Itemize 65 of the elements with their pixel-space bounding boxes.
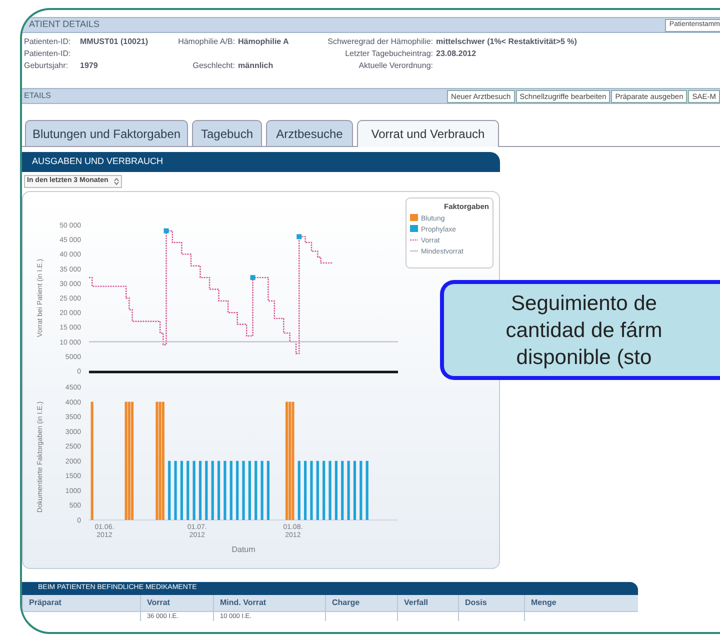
updown-arrows-icon	[114, 178, 120, 185]
field-label: Geschlecht:	[192, 61, 235, 70]
tab[interactable]: Arztbesuche	[266, 120, 353, 146]
bar	[205, 460, 208, 520]
bar	[334, 460, 338, 520]
bar	[328, 460, 332, 520]
bar	[192, 460, 196, 520]
axis-title: Datum	[232, 545, 256, 554]
tab[interactable]: Vorrat und Verbrauch	[357, 120, 499, 147]
bar	[310, 460, 313, 520]
column-header: Mind. Vorrat	[220, 597, 266, 609]
field-value: MMUST01 (10021)	[80, 37, 148, 46]
bar	[168, 460, 171, 520]
field-label: Patienten-ID:	[24, 37, 71, 46]
column-header: Menge	[531, 597, 556, 609]
field-value: 23.08.2012	[436, 49, 476, 58]
field-label: Letzter Tagebucheintrag:	[345, 49, 433, 58]
callout-text: cantidad de fárm	[506, 318, 662, 344]
bar	[304, 460, 307, 520]
panel-header: AUSGABEN UND VERBRAUCH	[22, 152, 500, 172]
refill-marker	[296, 234, 302, 240]
field-value: Hämophilie A	[238, 37, 289, 46]
bar	[322, 460, 326, 520]
bar	[211, 460, 214, 520]
callout-text: Seguimiento de	[511, 290, 657, 316]
bar	[316, 460, 319, 520]
bar	[366, 460, 368, 520]
tab[interactable]: Tagebuch	[192, 120, 262, 146]
bar	[174, 460, 177, 520]
column-header: Präparat	[29, 597, 62, 609]
field-value: 1979	[80, 61, 98, 70]
bar	[236, 460, 239, 520]
field-label: Schweregrad der Hämophilie:	[328, 37, 433, 46]
column-header: Vorrat	[147, 597, 170, 609]
section-title: ETAILS	[23, 90, 51, 102]
bar	[254, 460, 258, 520]
callout-text: disponible (sto	[516, 344, 652, 370]
field-value: mittelschwer (1%< Restaktivität>5 %)	[436, 37, 577, 46]
field-label: Hämophilie A/B:	[178, 37, 235, 46]
bar	[298, 460, 300, 520]
section-title: ATIENT DETAILS	[28, 18, 100, 32]
bar	[347, 460, 350, 520]
bar	[186, 460, 190, 520]
bar	[266, 460, 270, 520]
tab[interactable]: Blutungen und Faktorgaben	[25, 120, 188, 146]
column-header: Dosis	[465, 597, 487, 609]
bar	[260, 460, 264, 520]
refill-marker	[164, 228, 169, 234]
field-value: männlich	[238, 61, 274, 70]
refill-marker	[250, 275, 256, 280]
bar	[248, 460, 251, 520]
bar	[198, 460, 202, 520]
bar	[242, 460, 245, 520]
bar	[360, 460, 362, 520]
column-header: Charge	[332, 597, 360, 609]
field-label: Geburtsjahr:	[24, 61, 68, 70]
bar	[230, 460, 232, 520]
bar	[353, 460, 356, 520]
field-label: Patienten-ID:	[24, 49, 71, 58]
bar	[180, 460, 183, 520]
column-header: Verfall	[404, 597, 428, 609]
bar	[224, 460, 226, 520]
bar	[341, 460, 344, 520]
field-label: Aktuelle Verordnung:	[358, 61, 433, 70]
bar	[217, 460, 220, 520]
